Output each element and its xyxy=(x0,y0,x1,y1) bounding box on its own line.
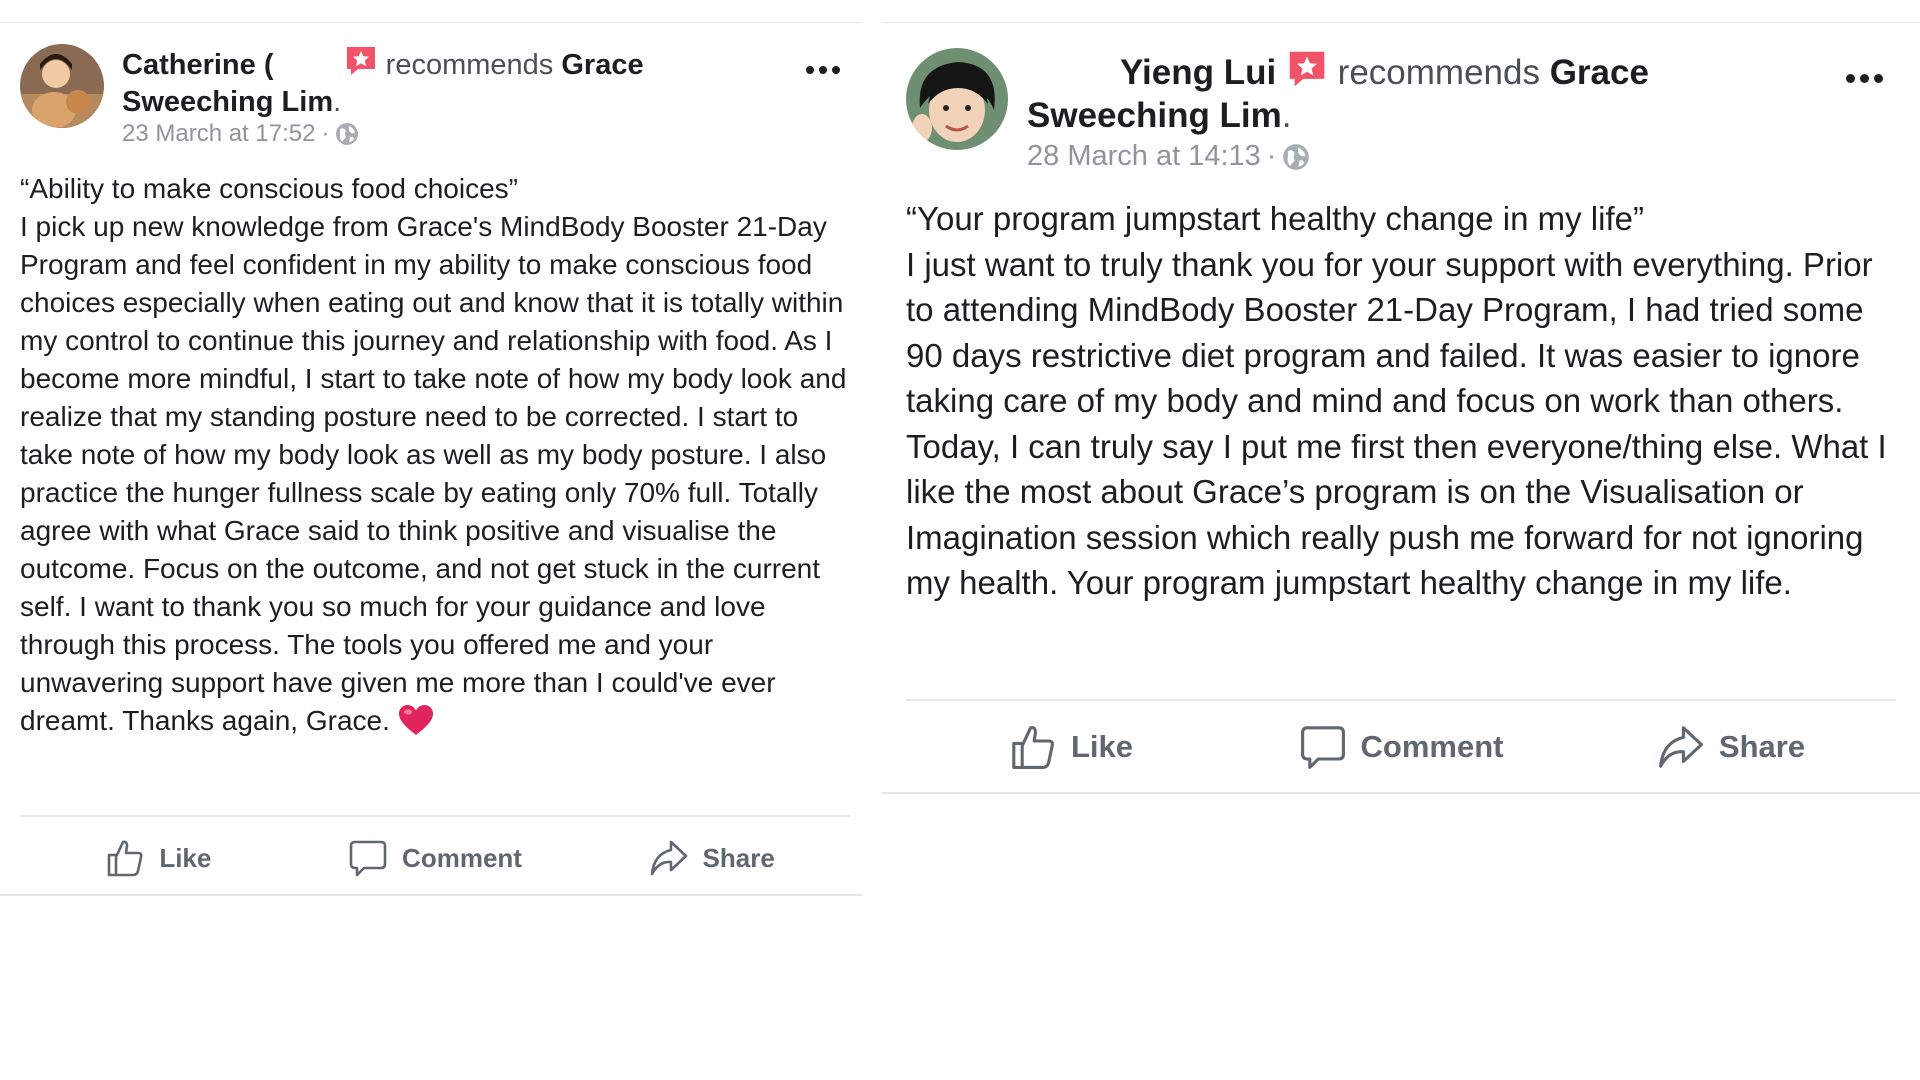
dot xyxy=(806,66,814,74)
author-avatar[interactable] xyxy=(20,44,104,128)
like-button[interactable]: Like xyxy=(20,822,297,894)
post-text: I just want to truly thank you for your … xyxy=(906,245,1887,602)
comment-label: Comment xyxy=(402,842,522,873)
share-icon xyxy=(1658,726,1703,768)
share-button[interactable]: Share xyxy=(1566,706,1896,788)
comment-button[interactable]: Comment xyxy=(297,822,574,894)
comment-icon xyxy=(349,840,387,877)
thumbs-up-icon xyxy=(108,840,143,877)
meta-separator: · xyxy=(321,120,330,147)
recommends-text: recommends xyxy=(385,49,554,81)
actions-divider xyxy=(20,815,850,817)
recommended-page-name[interactable]: Grace xyxy=(561,49,643,81)
comment-label: Comment xyxy=(1360,729,1504,764)
recommended-page-name-cont[interactable]: Sweeching Lim xyxy=(1027,96,1282,135)
header-period: . xyxy=(1281,96,1292,135)
dot xyxy=(1874,74,1883,83)
like-label: Like xyxy=(1070,729,1134,764)
share-label: Share xyxy=(1718,729,1806,764)
post-card-1: Catherine ( recommends Grace Sweeching L… xyxy=(0,22,862,896)
card-bottom-border xyxy=(0,894,862,896)
like-label: Like xyxy=(159,842,212,873)
author-name[interactable]: Yieng Lui xyxy=(1120,53,1276,92)
heart-emoji xyxy=(398,705,433,735)
header-period: . xyxy=(333,85,342,118)
recommended-page-name[interactable]: Grace xyxy=(1550,53,1649,92)
share-button[interactable]: Share xyxy=(573,822,850,894)
post-timestamp[interactable]: 28 March at 14:13 xyxy=(1027,140,1261,173)
card-top-border xyxy=(882,22,1920,23)
dot xyxy=(1860,74,1869,83)
post-body: “Your program jumpstart healthy change i… xyxy=(906,196,1906,606)
thumbs-up-icon xyxy=(1012,726,1054,769)
post-meta: 23 March at 17:52 · xyxy=(122,120,359,148)
author-avatar[interactable] xyxy=(906,48,1008,150)
comment-button[interactable]: Comment xyxy=(1236,706,1566,788)
dot xyxy=(819,66,827,74)
post-quote: “Ability to make conscious food choices” xyxy=(20,173,518,204)
meta-separator: · xyxy=(1266,140,1277,172)
share-label: Share xyxy=(702,842,775,873)
avatar-photo xyxy=(20,44,104,128)
actions-divider xyxy=(906,699,1896,701)
dot xyxy=(1846,74,1855,83)
post-header: Catherine ( recommends Grace Sweeching L… xyxy=(122,44,682,120)
post-header: Yieng Lui recommends Grace Sweeching Lim… xyxy=(1027,48,1827,137)
like-button[interactable]: Like xyxy=(906,706,1236,788)
post-actions: Like Comment Share xyxy=(906,706,1896,788)
globe-icon xyxy=(1283,143,1310,170)
comment-icon xyxy=(1300,726,1345,769)
post-text: I pick up new knowledge from Grace's Min… xyxy=(20,211,847,736)
post-quote: “Your program jumpstart healthy change i… xyxy=(906,200,1644,237)
recommends-text: recommends xyxy=(1337,53,1540,92)
recommendation-badge-icon xyxy=(346,47,375,75)
globe-icon xyxy=(336,123,359,145)
more-options-button[interactable] xyxy=(806,66,840,74)
post-meta: 28 March at 14:13 · xyxy=(1027,140,1310,173)
post-actions: Like Comment Share xyxy=(20,822,850,894)
recommended-page-name-cont[interactable]: Sweeching Lim xyxy=(122,86,333,118)
dot xyxy=(832,66,840,74)
post-body: “Ability to make conscious food choices”… xyxy=(20,170,850,740)
share-icon xyxy=(650,840,687,876)
more-options-button[interactable] xyxy=(1846,74,1883,83)
recommendation-badge-icon xyxy=(1289,51,1325,87)
card-bottom-border xyxy=(882,792,1920,794)
author-name[interactable]: Catherine ( xyxy=(122,49,273,81)
post-card-2: Yieng Lui recommends Grace Sweeching Lim… xyxy=(882,22,1920,794)
card-top-border xyxy=(0,22,862,23)
avatar-photo xyxy=(906,48,1008,150)
post-timestamp[interactable]: 23 March at 17:52 xyxy=(122,120,315,148)
